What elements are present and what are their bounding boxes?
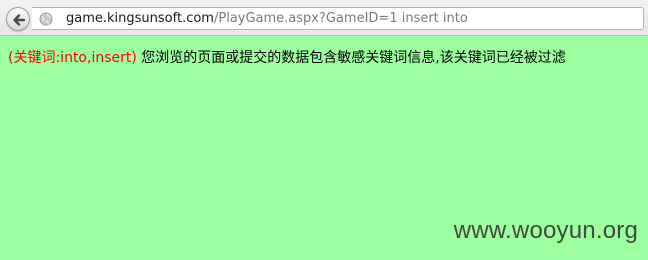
back-button[interactable] [6, 7, 30, 31]
globe-icon [39, 12, 53, 26]
url-domain: game.kingsunsoft.com [66, 11, 214, 26]
watermark: www.wooyun.org [453, 217, 638, 244]
filter-message-text: 您浏览的页面或提交的数据包含敏感关键词信息,该关键词已经被过滤 [136, 50, 566, 66]
url-bar[interactable]: game.kingsunsoft.com/PlayGame.aspx?GameI… [32, 7, 644, 30]
back-arrow-icon [13, 14, 26, 26]
filter-message: (关键词:into,insert) 您浏览的页面或提交的数据包含敏感关键词信息,… [8, 48, 566, 68]
filtered-keywords: (关键词:into,insert) [8, 50, 137, 66]
url-text: game.kingsunsoft.com/PlayGame.aspx?GameI… [66, 10, 468, 28]
url-path: /PlayGame.aspx?GameID=1 insert into [213, 11, 468, 26]
browser-toolbar: game.kingsunsoft.com/PlayGame.aspx?GameI… [0, 0, 648, 36]
